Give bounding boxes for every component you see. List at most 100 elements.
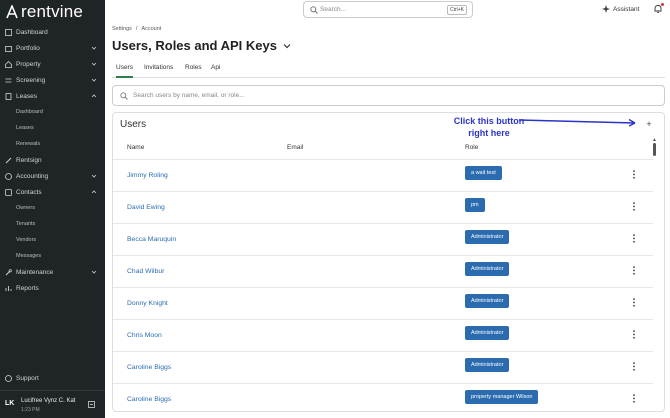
sidebar-item-label: Leases (16, 92, 37, 100)
property-icon (5, 60, 12, 68)
user-time: 1:23 PM (21, 407, 40, 413)
role-badge: Administrator (465, 294, 510, 308)
sidebar-subitem-leases-dashboard[interactable]: Dashboard (0, 104, 105, 120)
add-user-button[interactable]: + (644, 119, 654, 129)
tab-roles[interactable]: Roles (185, 64, 202, 78)
user-name-link[interactable]: Becca Maruquin (127, 236, 176, 243)
row-actions-menu[interactable] (632, 394, 636, 403)
sidebar-item-label: Accounting (16, 172, 49, 180)
assistant-button[interactable]: Assistant (602, 5, 639, 13)
reports-icon (5, 285, 12, 292)
user-name-link[interactable]: David Ewing (127, 204, 165, 211)
tab-api[interactable]: Api (211, 64, 220, 78)
avatar: LK (5, 400, 15, 407)
row-actions-menu[interactable] (632, 170, 636, 179)
column-header-role[interactable]: Role (465, 144, 478, 151)
column-header-name[interactable]: Name (127, 144, 144, 151)
global-search-input[interactable]: Search... Ctrl+K (303, 1, 473, 18)
users-card: Users + Name Email Role Jimmy Roling a wa… (112, 112, 665, 412)
sidebar-subitem-owners[interactable]: Owners (0, 200, 105, 216)
chevron-down-icon (283, 43, 291, 48)
sidebar-subitem-label: Tenants (16, 221, 36, 227)
breadcrumb-separator: / (135, 26, 138, 32)
chevron-down-icon (91, 270, 97, 274)
scrollbar-thumb[interactable] (653, 143, 656, 156)
chevron-up-icon (91, 94, 97, 98)
row-actions-menu[interactable] (632, 298, 636, 307)
logout-icon[interactable] (88, 401, 95, 408)
support-icon (5, 375, 12, 382)
user-name-link[interactable]: Jimmy Roling (127, 172, 168, 179)
role-badge: Administrator (465, 230, 510, 244)
role-badge: Administrator (465, 326, 510, 340)
row-actions-menu[interactable] (632, 266, 636, 275)
tab-bar: Users Invitations Roles Api (112, 60, 665, 78)
sidebar-subitem-messages[interactable]: Messages (0, 248, 105, 264)
column-header-email[interactable]: Email (287, 144, 303, 151)
sidebar-item-reports[interactable]: Reports (0, 280, 105, 296)
sidebar-item-label: Portfolio (16, 44, 40, 52)
search-shortcut-badge: Ctrl+K (446, 5, 467, 15)
table-row[interactable]: Chad Wilbur Administrator (113, 255, 653, 287)
sidebar-item-support[interactable]: Support (5, 375, 39, 382)
sidebar-subitem-label: Owners (16, 205, 35, 211)
sidebar-item-maintenance[interactable]: Maintenance (0, 264, 105, 280)
rentsign-icon (5, 157, 12, 164)
sidebar-item-contacts[interactable]: Contacts (0, 184, 105, 200)
brand-name: rentvine (21, 2, 84, 21)
user-search-input[interactable]: Search users by name, email, or role... (112, 85, 665, 106)
sidebar-item-portfolio[interactable]: Portfolio (0, 40, 105, 56)
table-row[interactable]: Caroline Biggs Administrator (113, 351, 653, 383)
user-name-link[interactable]: Donny Knight (127, 300, 168, 307)
breadcrumb-settings[interactable]: Settings (112, 26, 132, 32)
table-row[interactable]: Chris Moon Administrator (113, 319, 653, 351)
search-icon (310, 6, 318, 14)
table-row[interactable]: Jimmy Roling a wait test (113, 159, 653, 191)
sidebar-subitem-label: Renewals (16, 141, 41, 147)
more-vertical-icon (633, 266, 635, 275)
sidebar-item-leases[interactable]: Leases (0, 88, 105, 104)
screening-icon (5, 77, 12, 84)
row-actions-menu[interactable] (632, 362, 636, 371)
table-row[interactable]: David Ewing pm (113, 191, 653, 223)
notification-dot (661, 3, 664, 6)
support-label: Support (16, 375, 39, 382)
annotation-arrow (518, 118, 636, 127)
card-title: Users (120, 119, 147, 130)
role-badge: pm (465, 198, 485, 212)
sidebar-item-rentsign[interactable]: Rentsign (0, 152, 105, 168)
page-title[interactable]: Users, Roles and API Keys (112, 38, 291, 53)
table-row[interactable]: Donny Knight Administrator (113, 287, 653, 319)
chevron-down-icon (91, 46, 97, 50)
brand-logo[interactable]: rentvine (6, 2, 84, 21)
user-name-link[interactable]: Chad Wilbur (127, 268, 164, 275)
sidebar-item-property[interactable]: Property (0, 56, 105, 72)
user-name-link[interactable]: Caroline Biggs (127, 396, 171, 403)
sidebar-subitem-renewals[interactable]: Renewals (0, 136, 105, 152)
tab-invitations[interactable]: Invitations (144, 64, 173, 78)
sidebar-item-dashboard[interactable]: Dashboard (0, 24, 105, 40)
role-badge: property manager Wilson (465, 390, 539, 404)
row-actions-menu[interactable] (632, 202, 636, 211)
more-vertical-icon (633, 394, 635, 403)
row-actions-menu[interactable] (632, 330, 636, 339)
sidebar-item-label: Dashboard (16, 28, 48, 36)
tab-users[interactable]: Users (116, 64, 133, 78)
sidebar-subitem-label: Leases (16, 125, 34, 131)
user-name-link[interactable]: Caroline Biggs (127, 364, 171, 371)
row-actions-menu[interactable] (632, 234, 636, 243)
more-vertical-icon (633, 234, 635, 243)
sidebar-item-screening[interactable]: Screening (0, 72, 105, 88)
chevron-down-icon (91, 78, 97, 82)
user-profile[interactable]: LK Lucifree Vynz C. Kat 1:23 PM (0, 390, 105, 418)
sidebar-subitem-leases[interactable]: Leases (0, 120, 105, 136)
sidebar-subitem-tenants[interactable]: Tenants (0, 216, 105, 232)
sidebar-subitem-vendors[interactable]: Vendors (0, 232, 105, 248)
breadcrumb-account[interactable]: Account (141, 26, 161, 32)
user-name-link[interactable]: Chris Moon (127, 332, 162, 339)
table-row[interactable]: Becca Maruquin Administrator (113, 223, 653, 255)
more-vertical-icon (633, 298, 635, 307)
sidebar-item-accounting[interactable]: Accounting (0, 168, 105, 184)
table-row[interactable]: Caroline Biggs property manager Wilson (113, 383, 653, 411)
sidebar-subitem-label: Vendors (16, 237, 37, 243)
